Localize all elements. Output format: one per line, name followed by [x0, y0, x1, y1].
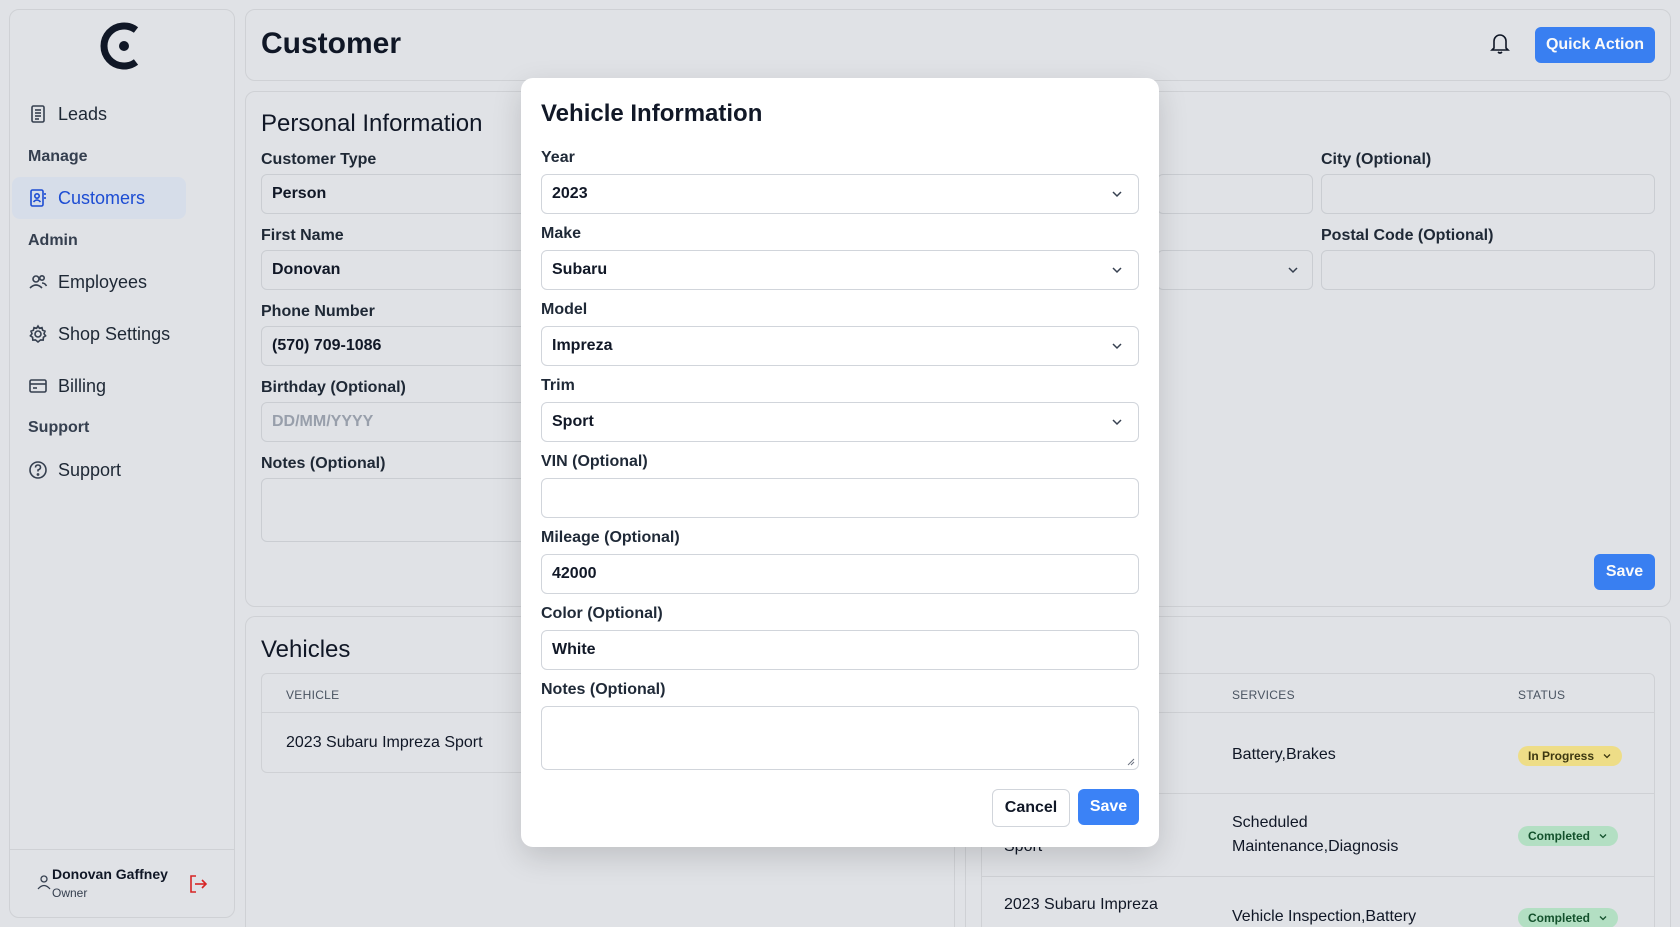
- make-select[interactable]: Subaru: [541, 250, 1139, 290]
- trim-value: Sport: [552, 413, 594, 430]
- year-select[interactable]: 2023: [541, 174, 1139, 214]
- chevron-down-icon: [1112, 343, 1122, 350]
- vehicle-info-modal: Vehicle Information Year 2023 Make Subar…: [521, 78, 1159, 847]
- mileage-field[interactable]: 42000: [541, 554, 1139, 594]
- vin-label: VIN (Optional): [541, 453, 648, 470]
- model-label: Model: [541, 301, 588, 318]
- cancel-button[interactable]: Cancel: [992, 789, 1070, 827]
- notes-textarea[interactable]: [541, 706, 1139, 770]
- resize-handle-icon[interactable]: [1127, 758, 1135, 766]
- make-label: Make: [541, 225, 582, 242]
- color-field[interactable]: White: [541, 630, 1139, 670]
- year-value: 2023: [552, 185, 588, 202]
- chevron-down-icon: [1112, 191, 1122, 198]
- color-label: Color (Optional): [541, 605, 663, 622]
- trim-label: Trim: [541, 377, 575, 394]
- mileage-label: Mileage (Optional): [541, 529, 680, 546]
- model-select[interactable]: Impreza: [541, 326, 1139, 366]
- make-value: Subaru: [552, 261, 608, 278]
- chevron-down-icon: [1112, 419, 1122, 426]
- save-button[interactable]: Save: [1078, 789, 1139, 825]
- year-label: Year: [541, 149, 575, 166]
- chevron-down-icon: [1112, 267, 1122, 274]
- vin-field[interactable]: [541, 478, 1139, 518]
- model-value: Impreza: [552, 337, 613, 354]
- trim-select[interactable]: Sport: [541, 402, 1139, 442]
- modal-title: Vehicle Information: [541, 100, 763, 127]
- notes-label: Notes (Optional): [541, 681, 666, 698]
